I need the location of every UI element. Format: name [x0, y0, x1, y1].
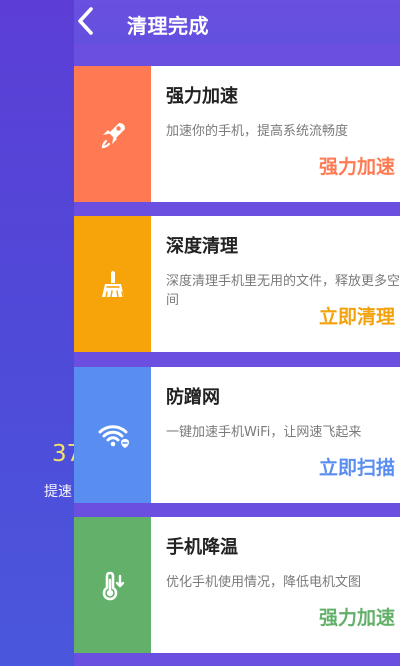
- card-content: 手机降温 优化手机使用情况，降低电机文图 强力加速: [151, 517, 400, 653]
- card-content: 强力加速 加速你的手机，提高系统流畅度 强力加速: [151, 66, 400, 202]
- rocket-icon: [101, 123, 125, 149]
- card-gap: [74, 202, 400, 216]
- card-action-button[interactable]: 立即扫描: [319, 453, 395, 480]
- thermometer-icon: [102, 571, 124, 601]
- card-title: 手机降温: [166, 537, 238, 558]
- card-action-button[interactable]: 强力加速: [319, 603, 395, 630]
- page-title: 清理完成: [127, 14, 209, 38]
- card-action-button[interactable]: 立即清理: [319, 302, 395, 329]
- card-anti-wifi-theft[interactable]: 防蹭网 一键加速手机WiFi，让网速飞起来 立即扫描: [74, 367, 400, 503]
- card-description: 优化手机使用情况，降低电机文图: [166, 575, 362, 590]
- cleanup-panel: 清理完成 强力加速 加速你的手机，提高系统流畅度 强力加速 深度清理 深度清理手…: [74, 0, 400, 666]
- back-button[interactable]: [74, 6, 100, 36]
- card-title: 强力加速: [166, 86, 238, 107]
- wifi-shield-icon: [98, 425, 129, 448]
- broom-icon: [101, 271, 124, 298]
- card-cool-down[interactable]: 手机降温 优化手机使用情况，降低电机文图 强力加速: [74, 517, 400, 653]
- card-content: 防蹭网 一键加速手机WiFi，让网速飞起来 立即扫描: [151, 367, 400, 503]
- card-icon-container: [74, 66, 151, 202]
- card-deep-clean[interactable]: 深度清理 深度清理手机里无用的文件，释放更多空间 立即清理: [74, 216, 400, 352]
- top-bar: 清理完成: [74, 0, 400, 44]
- background-subtitle: 提速: [44, 484, 72, 500]
- card-icon-container: [74, 517, 151, 653]
- card-title: 深度清理: [166, 236, 238, 257]
- card-action-button[interactable]: 强力加速: [319, 152, 395, 179]
- background-left-panel: 37 提速: [0, 0, 81, 666]
- card-description: 一键加速手机WiFi，让网速飞起来: [166, 425, 362, 440]
- card-icon-container: [74, 367, 151, 503]
- card-icon-container: [74, 216, 151, 352]
- card-gap: [74, 352, 400, 366]
- card-speed-boost[interactable]: 强力加速 加速你的手机，提高系统流畅度 强力加速: [74, 66, 400, 202]
- back-arrow-icon: [78, 7, 93, 35]
- card-gap: [74, 503, 400, 517]
- card-content: 深度清理 深度清理手机里无用的文件，释放更多空间 立即清理: [151, 216, 400, 352]
- card-title: 防蹭网: [166, 387, 220, 408]
- card-description: 加速你的手机，提高系统流畅度: [166, 124, 349, 139]
